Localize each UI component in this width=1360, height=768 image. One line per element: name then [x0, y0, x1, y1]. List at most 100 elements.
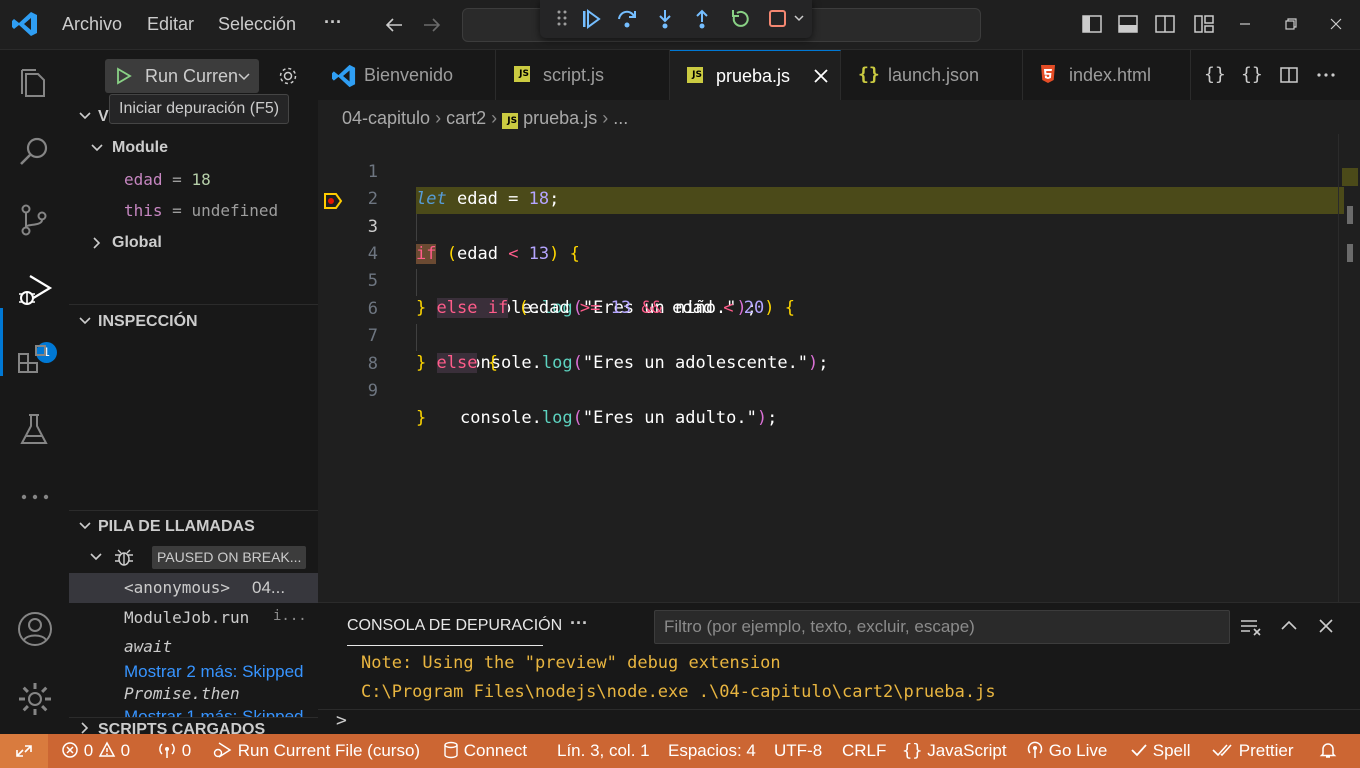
broadcast-icon [159, 743, 175, 758]
stack-frame[interactable]: ModuleJob.run i... [69, 604, 318, 634]
scrollbar-marker [1347, 244, 1353, 262]
menu-archivo[interactable]: Archivo [62, 14, 122, 35]
tab-debug-console[interactable]: CONSOLA DE DEPURACIÓN [347, 617, 562, 635]
code-line: 6 console.log("Eres un adolescente."); [318, 269, 1360, 373]
breadcrumb-item[interactable]: 04-capitulo [342, 108, 430, 128]
step-into-icon[interactable] [654, 8, 676, 30]
stop-icon[interactable] [767, 8, 789, 30]
breadcrumb-item[interactable]: cart2 [446, 108, 486, 128]
tab-launch-json[interactable]: {} launch.json [841, 50, 1023, 100]
status-bar: 0 0 0 Run Current File (curso) Connect L… [0, 734, 1360, 768]
chevron-down-icon [77, 108, 93, 124]
tab-prueba-js[interactable]: JS prueba.js [670, 50, 841, 100]
split-editor-icon[interactable] [1279, 65, 1299, 85]
console-output-line: Note: Using the "preview" debug extensio… [361, 653, 781, 673]
chevron-right-icon [89, 235, 105, 251]
back-arrow-icon[interactable] [384, 15, 404, 35]
editor-scrollbar[interactable] [1338, 134, 1360, 602]
variable-edad[interactable]: edad = 18 [124, 170, 211, 189]
error-icon [62, 742, 78, 758]
extensions-icon[interactable] [16, 342, 52, 378]
close-panel-icon[interactable] [1317, 617, 1335, 635]
accounts-icon[interactable] [16, 610, 54, 648]
loaded-scripts-section-header[interactable]: SCRIPTS CARGADOS [69, 718, 318, 734]
go-live-button[interactable]: Go Live [1026, 741, 1107, 761]
connect-indicator[interactable]: Connect [443, 741, 527, 761]
toggle-primary-sidebar-icon[interactable] [1081, 13, 1103, 35]
source-control-icon[interactable] [16, 202, 52, 238]
language-mode[interactable]: {} JavaScript [902, 741, 1007, 761]
scrollbar-current-line-marker [1342, 168, 1358, 186]
customize-layout-icon[interactable] [1193, 13, 1215, 35]
title-bar: Archivo Editar Selección ··· [0, 0, 1360, 50]
forward-arrow-icon[interactable] [422, 15, 442, 35]
menu-seleccion[interactable]: Selección [218, 14, 296, 35]
braces-icon[interactable]: {} [1204, 64, 1226, 85]
watch-section-header[interactable]: INSPECCIÓN [69, 305, 318, 339]
more-views-icon[interactable] [20, 482, 50, 512]
toggle-panel-icon[interactable] [1117, 13, 1139, 35]
breadcrumb-item[interactable]: ... [613, 108, 628, 128]
prettier-button[interactable]: Prettier [1212, 741, 1294, 761]
spell-button[interactable]: Spell [1130, 741, 1191, 761]
step-over-icon[interactable] [616, 8, 638, 30]
debug-config-indicator[interactable]: Run Current File (curso) [213, 741, 420, 761]
minimize-icon[interactable] [1237, 16, 1253, 32]
debug-session[interactable]: PAUSED ON BREAK... [69, 542, 318, 572]
search-icon[interactable] [16, 134, 52, 170]
more-actions-icon[interactable] [1316, 65, 1336, 85]
manage-gear-icon[interactable] [16, 680, 54, 718]
stop-dropdown-chevron-icon[interactable] [793, 12, 805, 24]
breadcrumb-item[interactable]: prueba.js [523, 108, 597, 128]
step-out-icon[interactable] [691, 8, 713, 30]
console-filter-input[interactable] [655, 611, 1229, 643]
maximize-panel-chevron-up-icon[interactable] [1280, 617, 1298, 635]
indentation[interactable]: Espacios: 4 [668, 741, 756, 761]
braces-icon[interactable]: {} [1241, 64, 1263, 85]
console-filter[interactable] [654, 610, 1230, 644]
callstack-section-header[interactable]: PILA DE LLAMADAS [69, 510, 318, 544]
run-config-dropdown[interactable]: Run Current File [105, 59, 259, 93]
cursor-position[interactable]: Lín. 3, col. 1 [557, 741, 650, 761]
debug-toolbar [540, 0, 812, 38]
close-window-icon[interactable] [1328, 16, 1344, 32]
show-more-frames-link[interactable]: Mostrar 1 más: Skipped [69, 703, 318, 717]
stack-frame[interactable]: <anonymous> 04... [69, 573, 318, 603]
notifications-bell-icon[interactable] [1319, 741, 1337, 761]
variable-this[interactable]: this = undefined [124, 201, 278, 220]
panel-more-icon[interactable]: ··· [570, 613, 588, 634]
start-debugging-icon[interactable] [115, 67, 133, 85]
chevron-down-icon[interactable] [237, 70, 251, 84]
run-debug-sidebar: Run Current File Iniciar depuración (F5)… [69, 50, 318, 734]
tab-bienvenido[interactable]: Bienvenido [318, 50, 496, 100]
testing-icon[interactable] [16, 412, 52, 448]
restore-icon[interactable] [1283, 16, 1299, 32]
open-launch-json-gear-icon[interactable] [277, 65, 299, 87]
restart-icon[interactable] [729, 8, 751, 30]
continue-icon[interactable] [580, 8, 602, 30]
editor-area: Bienvenido JS script.js JS prueba.js {} … [318, 50, 1360, 602]
ports-indicator[interactable]: 0 [157, 741, 191, 761]
code-line: 9 } [367, 381, 427, 428]
menu-more[interactable]: ··· [324, 12, 342, 33]
chevron-down-icon [77, 518, 93, 534]
console-repl-input[interactable] [358, 711, 1348, 733]
js-icon: JS [502, 107, 519, 130]
drag-handle-icon[interactable] [556, 8, 568, 28]
clear-console-icon[interactable] [1240, 617, 1264, 637]
encoding[interactable]: UTF-8 [774, 741, 822, 761]
menu-editar[interactable]: Editar [147, 14, 194, 35]
tab-index-html[interactable]: index.html [1023, 50, 1191, 100]
toggle-secondary-sidebar-icon[interactable] [1154, 13, 1176, 35]
remote-indicator[interactable] [0, 734, 48, 768]
code-line: 8 console.log("Eres un adulto."); [318, 324, 1360, 428]
line-ending[interactable]: CRLF [842, 741, 886, 761]
database-icon [444, 741, 458, 759]
code-line: 1 let edad = 18; [367, 162, 560, 209]
explorer-icon[interactable] [16, 66, 52, 102]
run-debug-icon[interactable] [16, 272, 56, 308]
activity-bar: 1 [0, 50, 69, 734]
problems-indicator[interactable]: 0 0 [61, 741, 130, 761]
close-tab-icon[interactable] [813, 68, 829, 84]
tab-script-js[interactable]: JS script.js [496, 50, 670, 100]
